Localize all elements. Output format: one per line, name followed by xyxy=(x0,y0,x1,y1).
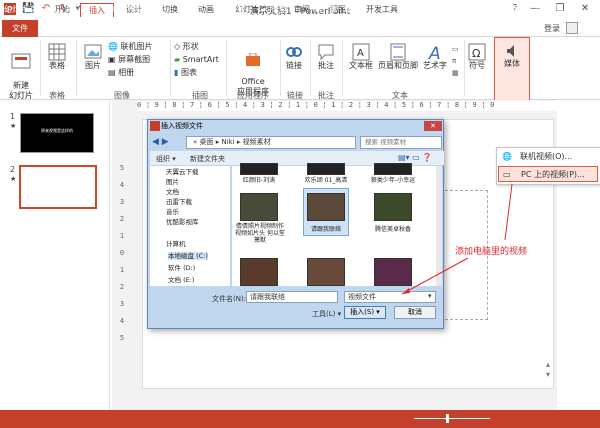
notes-label: 备注 xyxy=(229,5,246,14)
zoom-slider-track[interactable] xyxy=(414,418,490,419)
comments-label: 批注 xyxy=(268,5,285,14)
zoom-out-icon[interactable]: − xyxy=(402,4,409,13)
annotation-arrowhead xyxy=(402,288,410,294)
language-status[interactable]: 中文(中国) xyxy=(128,4,166,15)
slide-count-status: 幻灯片 第 2 张，共 2 张 xyxy=(4,5,91,14)
zoom-slider-thumb[interactable] xyxy=(446,414,449,423)
annotation-arrow-line xyxy=(401,257,469,295)
annotation-arrow-line xyxy=(504,183,513,241)
fit-slide-icon[interactable]: ⤢ xyxy=(534,4,540,14)
notes-button[interactable]: ≐ 备注 xyxy=(220,4,245,15)
comments-button[interactable]: ▰ 批注 xyxy=(260,4,285,15)
annotation-text: 添加电脑里的视频 xyxy=(455,247,528,257)
spellcheck-icon[interactable]: ▯ xyxy=(110,4,114,13)
annotation-arrows xyxy=(401,183,513,295)
zoom-in-icon[interactable]: + xyxy=(492,4,499,13)
view-buttons[interactable]: ▣ ▦ ▥ ▭ xyxy=(314,4,367,13)
zoom-level[interactable]: 75% xyxy=(508,4,526,13)
status-bar xyxy=(0,410,600,428)
